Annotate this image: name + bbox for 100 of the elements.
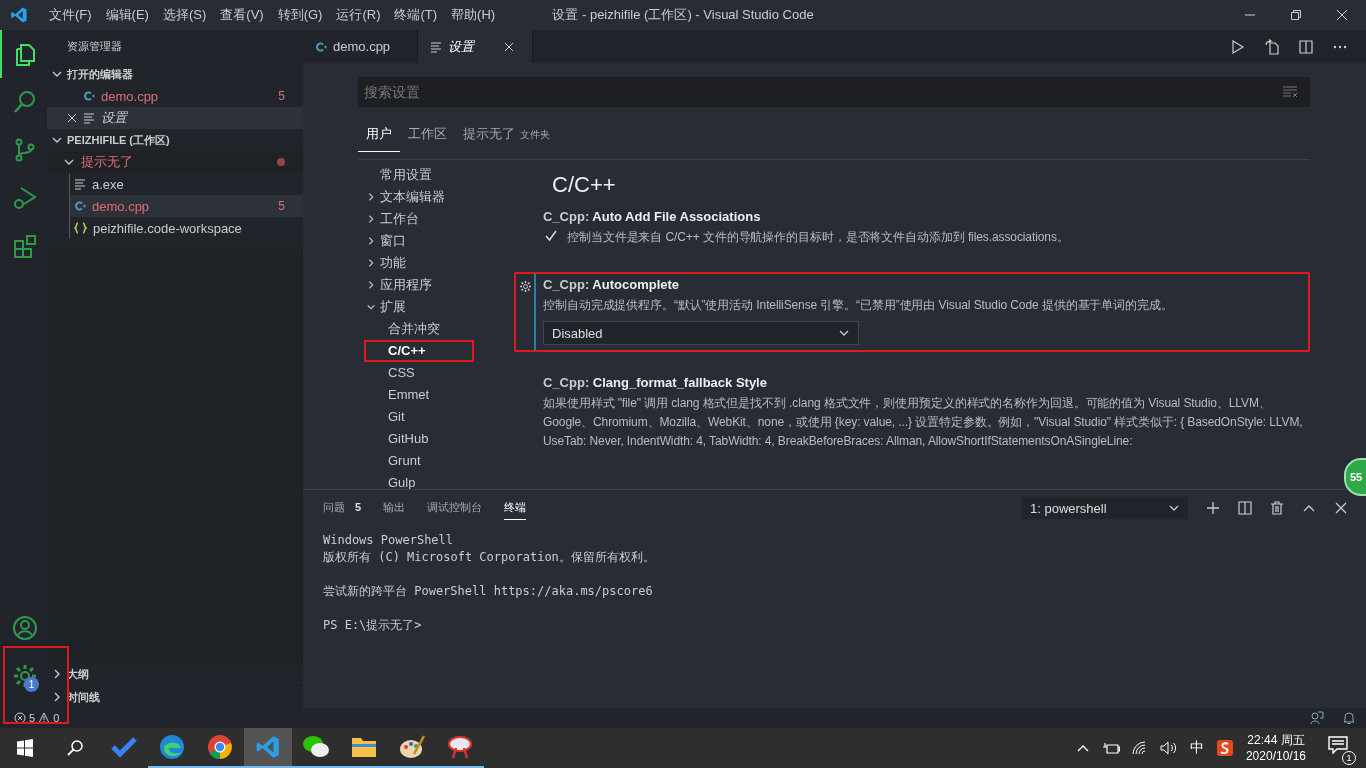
cpp-file-icon	[83, 90, 95, 102]
checkbox[interactable]	[543, 228, 559, 244]
menu-item[interactable]: 文件(F)	[42, 6, 99, 24]
toc-item[interactable]: Git	[366, 408, 472, 426]
toc-item[interactable]: 合并冲突	[366, 320, 472, 338]
terminal-dropdown[interactable]: 1: powershell	[1022, 497, 1188, 519]
menu-item[interactable]: 运行(R)	[329, 6, 388, 24]
braces-icon	[74, 222, 87, 234]
panel-tab[interactable]: 输出	[383, 496, 406, 520]
scope-tab[interactable]: 用户	[358, 119, 400, 152]
input-method-indicator[interactable]: 中	[1189, 739, 1204, 757]
toc-item[interactable]: Gulp	[366, 474, 472, 489]
open-file-icon[interactable]	[1264, 38, 1280, 55]
notification-badge: 1	[24, 677, 39, 692]
settings-icon[interactable]	[518, 280, 532, 293]
scope-tab[interactable]: 提示无了 文件夹	[455, 119, 558, 152]
terminal-line: 尝试新的跨平台 PowerShell https://aka.ms/pscore6	[323, 583, 654, 600]
file-item[interactable]: peizhifile.code-workspace	[70, 217, 303, 239]
toc-item[interactable]: 应用程序	[358, 274, 528, 296]
dropdown[interactable]: Disabled	[543, 321, 859, 345]
battery-plug-icon[interactable]	[1101, 741, 1120, 755]
panel-tab[interactable]: 终端	[504, 496, 527, 520]
lines-icon	[74, 178, 86, 190]
cpp-file-icon	[74, 200, 86, 212]
terminal-line: 版权所有 (C) Microsoft Corporation。保留所有权利。	[323, 549, 656, 566]
run-debug-icon	[11, 185, 38, 211]
manage-button[interactable]: 1	[0, 652, 47, 700]
close-icon[interactable]	[67, 113, 77, 123]
menu-item[interactable]: 转到(G)	[270, 6, 330, 24]
cpp-file-icon	[315, 40, 327, 53]
close-icon[interactable]	[1334, 501, 1348, 515]
search-icon	[11, 89, 38, 115]
section-header[interactable]: 打开的编辑器	[47, 63, 303, 85]
folder-item[interactable]: 提示无了	[47, 151, 303, 173]
toc-item[interactable]: 常用设置	[358, 164, 528, 186]
terminal-line: Windows PowerShell	[323, 532, 455, 549]
setting-title: C_Cpp: Auto Add File Associations	[543, 209, 762, 224]
chat-bubbles-icon	[302, 735, 330, 759]
clock-date: 2020/10/16	[1245, 748, 1306, 764]
menu-item[interactable]: 终端(T)	[387, 6, 445, 24]
setting-description: 如果使用样式 "file" 调用 clang 格式但是找不到 .clang 格式文件，则使用预定义的样式的名称作为回退。可能的值为 Visual Studio、LLVM、Google、Chromium、Mozilla、WebKit、none，或使用 {key: value, ...} 设置特定参数。例如，"Visual Studio" 样式类似于: { BasedOnStyle: LLVM, UseTab: Never, IndentWidth: 4, TabWidth: 4, BreakBeforeBraces: Allman, AllowShortIfStatementsOnASingleLine:	[543, 395, 1304, 450]
bell-icon[interactable]	[1342, 711, 1356, 725]
action-center-button[interactable]: 1	[1318, 731, 1358, 765]
app-logo-icon	[10, 6, 28, 24]
trash-icon[interactable]	[1270, 501, 1284, 515]
toc-item[interactable]: 窗口	[358, 230, 528, 252]
notification-count: 1	[1342, 750, 1356, 765]
split-terminal-icon[interactable]	[1238, 501, 1252, 515]
feedback-icon[interactable]	[1310, 711, 1324, 725]
file-item[interactable]: demo.cpp 5	[70, 195, 303, 217]
menu-item[interactable]: 编辑(E)	[98, 6, 156, 24]
setting-description: 控制自动完成提供程序。“默认”使用活动 IntelliSense 引擎。“已禁用”使用由 Visual Studio Code 提供的基于单词的完成。	[543, 297, 1174, 314]
toc-item[interactable]: 文本编辑器	[358, 186, 528, 208]
file-item[interactable]: a.exe	[70, 173, 303, 195]
toc-item[interactable]: 工作台	[358, 208, 528, 230]
problems-status[interactable]: 5 0	[14, 712, 60, 724]
browser-circle-icon	[207, 734, 233, 760]
toc-item[interactable]: 扩展	[358, 296, 528, 318]
toc-item[interactable]: C/C++	[366, 342, 472, 360]
run-icon[interactable]	[1230, 38, 1246, 55]
volume-icon[interactable]	[1159, 741, 1178, 755]
editor-tab[interactable]: 设置	[418, 30, 533, 63]
open-editor-item[interactable]: demo.cpp 5	[47, 85, 303, 107]
code-editor-icon	[255, 734, 281, 760]
toc-item[interactable]: Emmet	[366, 386, 472, 404]
window-title: 设置 - peizhifile (工作区) - Visual Studio Code	[552, 6, 814, 24]
close-icon[interactable]	[1336, 9, 1348, 21]
setting-title: C_Cpp: Clang_format_fallback Style	[543, 375, 768, 390]
start-icon[interactable]	[15, 738, 35, 758]
toc-item[interactable]: GitHub	[366, 430, 472, 448]
search-field[interactable]: 搜索设置	[358, 77, 1310, 107]
menu-item[interactable]: 帮助(H)	[444, 6, 503, 24]
clear-filter-icon[interactable]	[1282, 86, 1298, 98]
search-icon[interactable]	[66, 739, 84, 757]
folder-icon	[351, 735, 377, 759]
close-icon[interactable]	[504, 41, 514, 52]
section-header[interactable]: PEIZHIFILE (工作区)	[47, 129, 303, 151]
error-icon	[14, 712, 26, 724]
plus-icon[interactable]	[1206, 501, 1220, 515]
wifi-icon[interactable]	[1131, 741, 1148, 755]
warning-icon	[38, 712, 51, 724]
panel-tab[interactable]: 调试控制台	[427, 496, 483, 520]
panel-tab[interactable]: 问题 5	[323, 496, 362, 520]
split-editor-icon[interactable]	[1298, 38, 1314, 55]
clock[interactable]: 22:44 周五 2020/10/16	[1245, 732, 1306, 764]
restore-icon[interactable]	[1290, 9, 1302, 21]
clock-time: 22:44 周五	[1247, 732, 1305, 748]
extensions-icon	[11, 233, 38, 259]
toc-item[interactable]: Grunt	[366, 452, 472, 470]
account-icon	[11, 615, 38, 641]
input-method-icon[interactable]	[1215, 739, 1234, 757]
toc-item[interactable]: 功能	[358, 252, 528, 274]
section-title: C/C++	[551, 171, 617, 199]
scope-tab[interactable]: 工作区	[400, 119, 455, 152]
menu-item[interactable]: 选择(S)	[155, 6, 214, 24]
scissors-icon	[447, 734, 473, 760]
open-editor-item[interactable]: 设置	[47, 107, 303, 129]
toc-item[interactable]: CSS	[366, 364, 472, 382]
palette-icon	[399, 734, 425, 760]
menu-item[interactable]: 查看(V)	[213, 6, 271, 24]
